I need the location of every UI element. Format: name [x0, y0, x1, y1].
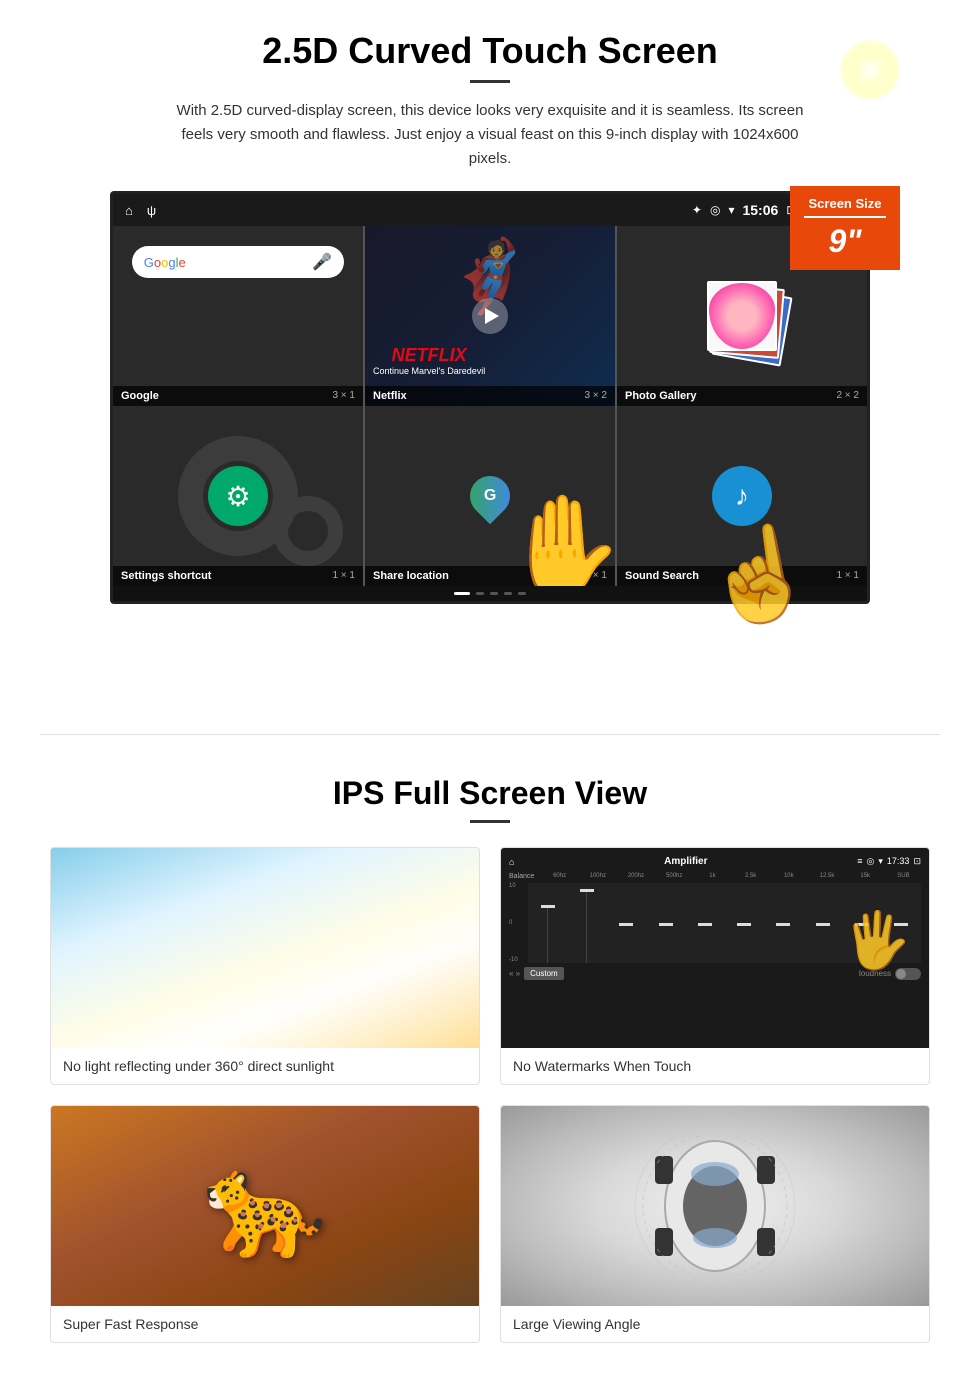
cheetah-caption: Super Fast Response: [51, 1306, 479, 1342]
play-icon: [485, 308, 499, 324]
netflix-logo: NETFLIX: [373, 345, 485, 366]
section-curved-screen: 2.5D Curved Touch Screen With 2.5D curve…: [0, 0, 980, 704]
amp-home: ⌂: [509, 857, 514, 867]
google-name: Google: [121, 390, 159, 402]
photo-stack: [702, 276, 782, 356]
netflix-size: 3 × 2: [584, 390, 607, 402]
section-ips: IPS Full Screen View No light reflecting…: [0, 765, 980, 1373]
netflix-subtitle: Continue Marvel's Daredevil: [373, 366, 485, 376]
netflix-label: Netflix 3 × 2: [365, 386, 615, 406]
status-bar: ⌂ ψ ✦ ◎ ▾ 15:06 ⊡ ◁) ⊠ ▭: [113, 194, 867, 226]
section2-underline: [470, 820, 510, 823]
eq-slider-1: [528, 883, 567, 963]
app-grid-row1: Google 🎤 Google 3 × 1: [113, 226, 867, 406]
feature-grid: No light reflecting under 360° direct su…: [50, 847, 930, 1343]
eq-area: 🖐: [528, 883, 921, 963]
eq-slider-2: [567, 883, 606, 963]
photo-label: Photo Gallery 2 × 2: [617, 386, 867, 406]
amp-title: Amplifier: [664, 856, 707, 867]
google-size: 3 × 1: [332, 390, 355, 402]
bg-circle-small: [273, 496, 343, 566]
feature-image-car: [501, 1106, 929, 1306]
google-logo: Google: [144, 255, 186, 270]
usb-icon: ψ: [147, 203, 156, 218]
netflix-name: Netflix: [373, 390, 407, 402]
play-button[interactable]: [472, 298, 508, 334]
hand-eq: 🖐: [843, 908, 911, 973]
amplifier-caption: No Watermarks When Touch: [501, 1048, 929, 1084]
screen-size-badge: Screen Size 9": [790, 186, 900, 270]
badge-title: Screen Size: [804, 196, 886, 211]
netflix-overlay: NETFLIX Continue Marvel's Daredevil: [373, 345, 485, 376]
photo-card-3: [707, 281, 777, 351]
settings-label: Settings shortcut 1 × 1: [113, 566, 363, 586]
google-search-bar[interactable]: Google 🎤: [132, 246, 345, 278]
music-note-icon: ♪: [735, 480, 749, 512]
settings-bg: [113, 406, 363, 586]
settings-size: 1 × 1: [332, 570, 355, 582]
feature-card-car: Large Viewing Angle: [500, 1105, 930, 1343]
amp-header: ⌂ Amplifier ≡ ◎ ▾ 17:33 ⊡: [509, 856, 921, 867]
badge-divider: [804, 216, 886, 218]
app-cell-netflix[interactable]: 🦸 NETFLIX Continue Marvel's Daredevil Ne…: [365, 226, 615, 406]
settings-name: Settings shortcut: [121, 570, 211, 582]
bluetooth-icon: ✦: [692, 203, 702, 217]
car-svg: [625, 1136, 805, 1276]
google-inner: Google 🎤: [113, 226, 363, 406]
sunlight-caption: No light reflecting under 360° direct su…: [51, 1048, 479, 1084]
photo-flower: [709, 283, 775, 349]
sound-icon-circle: ♪: [712, 466, 772, 526]
home-icon: ⌂: [125, 203, 133, 218]
feature-image-cheetah: 🐆: [51, 1106, 479, 1306]
amp-freq-labels: Balance 60hz 100hz 200hz 500hz 1k 2.5k 1…: [509, 873, 921, 880]
cheetah-emoji: 🐆: [203, 1148, 328, 1265]
feature-image-amplifier: ⌂ Amplifier ≡ ◎ ▾ 17:33 ⊡ Balance 60hz 1…: [501, 848, 929, 1048]
feature-image-sunlight: [51, 848, 479, 1048]
photo-name: Photo Gallery: [625, 390, 697, 402]
section2-title: IPS Full Screen View: [50, 775, 930, 812]
share-inner: G 🤚: [365, 406, 615, 586]
feature-card-amplifier: ⌂ Amplifier ≡ ◎ ▾ 17:33 ⊡ Balance 60hz 1…: [500, 847, 930, 1085]
section-divider: [40, 734, 940, 735]
eq-y-labels: 10 0 -10: [509, 883, 525, 963]
photo-size: 2 × 2: [836, 390, 859, 402]
status-time: 15:06: [742, 202, 778, 218]
title-underline: [470, 80, 510, 83]
settings-inner: ⚙: [113, 406, 363, 586]
hand-touch: 🤚: [500, 489, 615, 586]
section1-title: 2.5D Curved Touch Screen: [60, 30, 920, 72]
amp-icons: ≡ ◎ ▾ 17:33 ⊡: [857, 856, 921, 867]
feature-card-sunlight: No light reflecting under 360° direct su…: [50, 847, 480, 1085]
google-label: Google 3 × 1: [113, 386, 363, 406]
eq-sliders: 10 0 -10: [509, 883, 921, 963]
app-cell-share[interactable]: G 🤚 Share location 1 × 1: [365, 406, 615, 586]
netflix-inner: 🦸 NETFLIX Continue Marvel's Daredevil: [365, 226, 615, 406]
mic-icon[interactable]: 🎤: [312, 252, 332, 272]
badge-size: 9": [804, 223, 886, 260]
status-left: ⌂ ψ: [125, 203, 156, 218]
location-icon: ◎: [710, 203, 720, 217]
wifi-icon: ▾: [728, 203, 734, 217]
car-caption: Large Viewing Angle: [501, 1306, 929, 1342]
feature-card-cheetah: 🐆 Super Fast Response: [50, 1105, 480, 1343]
section1-description: With 2.5D curved-display screen, this de…: [165, 99, 815, 171]
sound-size: 1 × 1: [836, 570, 859, 582]
app-cell-settings[interactable]: ⚙ Settings shortcut 1 × 1: [113, 406, 363, 586]
app-cell-google[interactable]: Google 🎤 Google 3 × 1: [113, 226, 363, 406]
